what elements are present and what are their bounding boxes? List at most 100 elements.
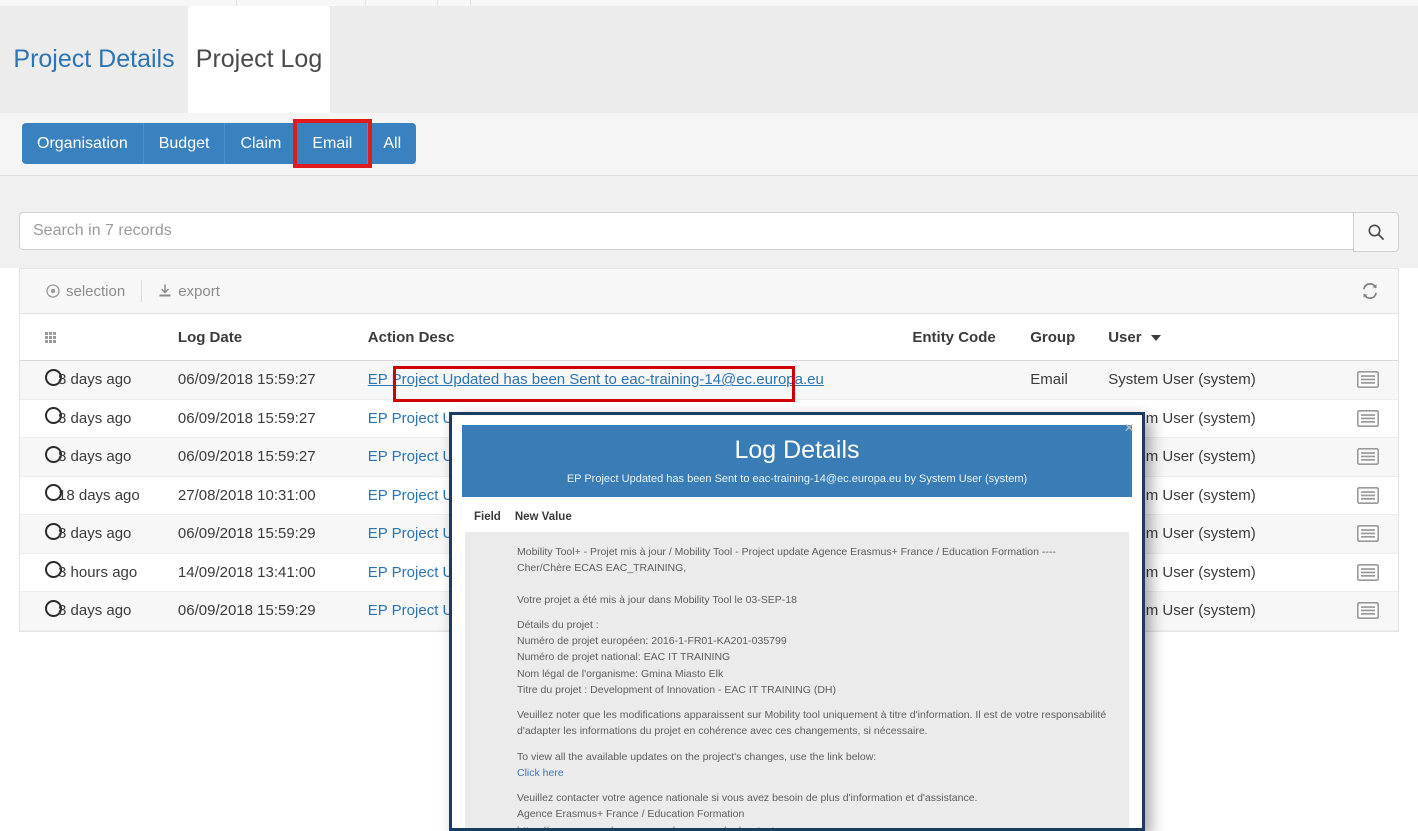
email-line-10: To view all the available updates on the… [517,750,877,763]
cell-log-date: 06/09/2018 15:59:29 [177,602,316,620]
tab-bar: Project Details Project Log [0,6,1418,113]
row-details-button[interactable] [1338,371,1398,389]
row-select-cell[interactable] [20,561,62,583]
tab-project-log[interactable]: Project Log [188,6,330,113]
row-details-button[interactable] [1338,409,1398,427]
filter-button-email[interactable]: Email [293,119,373,168]
email-line-8: Titre du projet : Development of Innovat… [517,683,837,696]
row-select-cell[interactable] [20,599,62,622]
table-header-row: Log Date Action Desc Entity Code Group U… [20,314,1398,361]
refresh-button[interactable] [1360,281,1380,301]
email-line-7: Nom légal de l'organisme: Gmina Miasto E… [517,667,724,680]
email-line-1: Mobility Tool+ - Projet mis à jour / Mob… [517,546,1056,558]
action-desc-link[interactable]: EP Project Updated has been Sent to eac-… [368,371,824,388]
dialog-column-headers: Field New Value [462,497,1132,532]
selection-button[interactable]: selection [34,269,137,313]
cell-relative-time: 18 days ago [58,486,140,504]
log-details-dialog: × Log Details EP Project Updated has bee… [449,412,1145,831]
row-select-cell[interactable] [20,484,62,506]
cell-log-date: 06/09/2018 15:59:27 [177,409,316,427]
tab-project-log-label: Project Log [195,45,323,73]
email-line-4: Détails du projet : [517,618,599,631]
search-bar [19,212,1399,252]
details-list-icon [1357,602,1379,620]
email-line-2: Cher/Chère ECAS EAC_TRAINING, [517,562,687,575]
download-icon [159,284,171,297]
cell-relative-time: 8 days ago [58,371,132,389]
cell-log-date: 14/09/2018 13:41:00 [177,563,316,581]
close-icon[interactable]: × [1124,419,1134,436]
filter-button-claim[interactable]: Claim [225,123,298,164]
search-button[interactable] [1353,212,1399,252]
row-details-button[interactable] [1338,448,1398,466]
cell-group: Email [1030,371,1068,389]
table-header-group[interactable]: Group [1030,329,1108,346]
refresh-icon [1363,283,1377,299]
table-header-grid-cell[interactable] [20,331,58,343]
table-toolbar: selection export [19,268,1399,314]
filter-button-all[interactable]: All [368,123,417,164]
email-line-11: Veuillez contacter votre agence national… [517,792,978,805]
tab-project-details[interactable]: Project Details [0,6,188,113]
export-label: export [178,282,220,300]
dialog-subtitle: EP Project Updated has been Sent to eac-… [566,473,1028,486]
dialog-title: Log Details [734,435,860,464]
row-details-button[interactable] [1338,602,1398,620]
log-details-dialog-inner: × Log Details EP Project Updated has bee… [452,415,1142,828]
details-list-icon [1357,448,1379,466]
filter-bar: Organisation Budget Claim Email All [0,113,1418,176]
search-input[interactable] [19,212,1353,250]
row-select-cell[interactable] [20,445,62,468]
dialog-col-field: Field [474,511,501,523]
table-header-user-label: User [1108,328,1142,346]
email-line-13: https://ec.europa.eu/programmes/erasmus-… [517,823,1115,828]
click-here-link[interactable]: Click here [517,767,564,779]
details-list-icon [1357,486,1379,504]
row-select-cell[interactable] [20,522,62,545]
export-button[interactable]: export [146,269,232,313]
details-list-icon [1357,409,1379,427]
cell-action-desc[interactable]: EP Project Updated has been Sent to eac-… [368,371,913,388]
selection-icon [46,284,60,298]
grid-columns-icon [45,331,58,343]
selection-label: selection [66,282,126,300]
cell-user: System User (system) [1108,371,1256,389]
cell-log-date: 06/09/2018 15:59:27 [177,371,316,389]
row-details-button[interactable] [1338,563,1398,581]
table-header-action-desc[interactable]: Action Desc [368,329,913,346]
dialog-email-body: Mobility Tool+ - Projet mis à jour / Mob… [465,532,1129,828]
row-select-cell[interactable] [20,407,62,429]
details-list-icon [1357,563,1379,581]
email-line-6: Numéro de projet national: EAC IT TRAINI… [517,651,731,664]
email-line-12: Agence Erasmus+ France / Education Forma… [517,808,745,821]
table-header-user[interactable]: User [1108,329,1338,346]
details-list-icon [1357,371,1379,389]
row-details-button[interactable] [1338,525,1398,543]
cell-relative-time: 8 days ago [58,409,132,427]
table-row[interactable]: 8 days ago 06/09/2018 15:59:27 EP Project … [20,361,1398,400]
cell-log-date: 06/09/2018 15:59:29 [177,525,316,543]
cell-log-date: 27/08/2018 10:31:00 [177,486,316,504]
search-icon [1368,224,1384,240]
email-line-5: Numéro de projet européen: 2016-1-FR01-K… [517,635,787,648]
details-list-icon [1357,525,1379,543]
row-details-button[interactable] [1338,486,1398,504]
cell-relative-time: 3 hours ago [58,563,138,581]
filter-button-budget[interactable]: Budget [143,123,226,164]
filter-button-organisation[interactable]: Organisation [22,123,144,164]
app-root: Project Details Project Log Organisation… [0,0,1418,831]
table-header-log-date[interactable]: Log Date [178,329,368,346]
email-line-3: Votre projet a été mis à jour dans Mobil… [517,593,797,606]
cell-relative-time: 8 days ago [58,602,132,620]
search-zone [0,176,1418,268]
table-header-entity-code[interactable]: Entity Code [912,329,1030,346]
email-line-9: Veuillez noter que les modifications app… [517,709,1107,738]
tab-project-details-label: Project Details [13,45,175,73]
dialog-col-new-value: New Value [514,511,572,523]
filter-button-group: Organisation Budget Claim Email All [22,119,417,168]
dialog-header: Log Details EP Project Updated has been … [462,425,1132,497]
cell-relative-time: 8 days ago [58,448,132,466]
cell-log-date: 06/09/2018 15:59:27 [177,448,316,466]
toolbar-divider [141,280,143,302]
row-select-cell[interactable] [20,368,62,391]
